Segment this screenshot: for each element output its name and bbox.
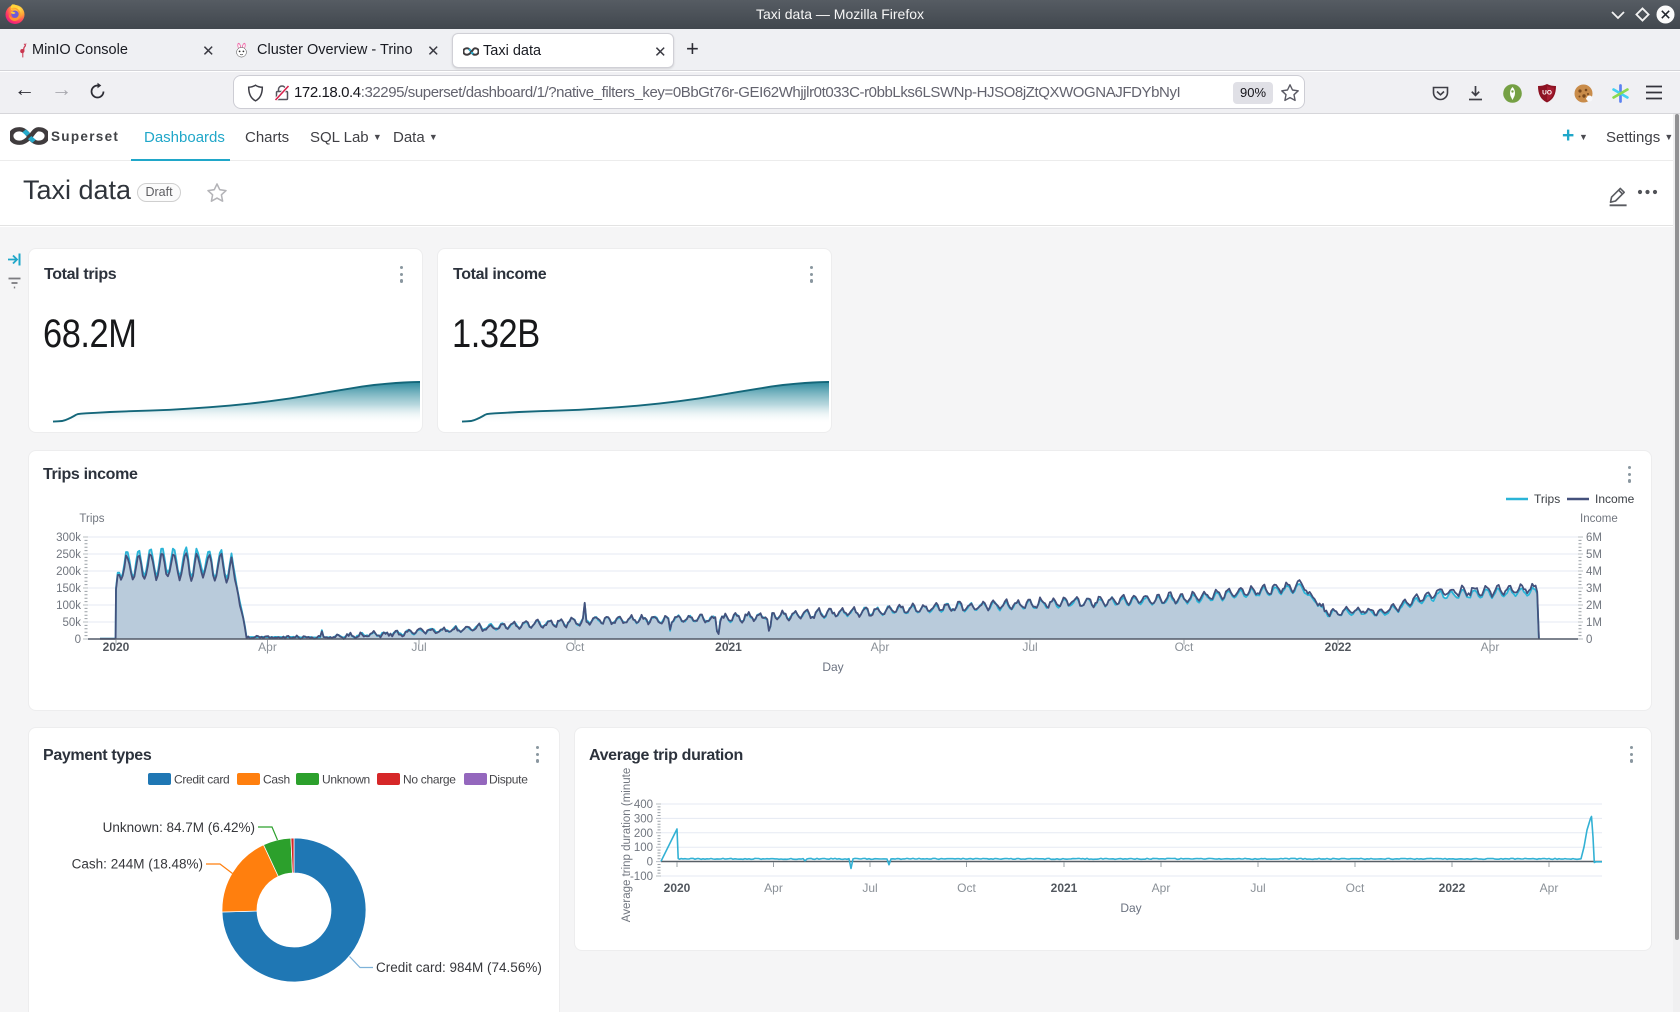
svg-text:250k: 250k <box>56 549 81 561</box>
svg-text:Jul: Jul <box>1250 881 1265 895</box>
svg-text:UO: UO <box>1542 90 1552 97</box>
svg-text:Jul: Jul <box>1022 640 1037 654</box>
svg-text:Apr: Apr <box>764 881 783 895</box>
svg-text:4M: 4M <box>1586 566 1602 578</box>
svg-text:3M: 3M <box>1586 583 1602 595</box>
svg-text:400: 400 <box>634 799 653 811</box>
svg-text:Unknown: Unknown <box>322 773 370 787</box>
svg-text:0: 0 <box>647 857 653 869</box>
svg-text:200: 200 <box>634 828 653 840</box>
svg-text:Average trinp duration (minute: Average trinp duration (minute <box>621 768 633 923</box>
svg-text:100: 100 <box>634 842 653 854</box>
svg-text:0: 0 <box>1586 634 1592 646</box>
svg-text:Day: Day <box>1120 901 1141 915</box>
svg-text:Trips: Trips <box>79 513 104 525</box>
svg-text:Credit card: 984M (74.56%): Credit card: 984M (74.56%) <box>376 960 542 975</box>
svg-text:Unknown: 84.7M (6.42%): Unknown: 84.7M (6.42%) <box>103 820 255 835</box>
svg-text:2022: 2022 <box>1439 881 1466 895</box>
svg-text:2021: 2021 <box>1051 881 1078 895</box>
svg-text:Apr: Apr <box>258 640 277 654</box>
svg-text:Apr: Apr <box>1540 881 1559 895</box>
svg-text:Income: Income <box>1580 513 1618 525</box>
svg-text:2022: 2022 <box>1325 640 1352 654</box>
svg-text:Oct: Oct <box>1346 881 1365 895</box>
svg-text:Dispute: Dispute <box>489 773 528 787</box>
svg-text:Oct: Oct <box>957 881 976 895</box>
svg-text:200k: 200k <box>56 566 81 578</box>
svg-text:100k: 100k <box>56 600 81 612</box>
svg-text:Income: Income <box>1595 492 1635 506</box>
svg-text:Apr: Apr <box>1481 640 1500 654</box>
svg-text:300k: 300k <box>56 532 81 544</box>
svg-text:2M: 2M <box>1586 600 1602 612</box>
svg-text:2020: 2020 <box>103 640 130 654</box>
svg-text:Apr: Apr <box>871 640 890 654</box>
svg-text:2021: 2021 <box>715 640 742 654</box>
svg-text:Oct: Oct <box>1175 640 1194 654</box>
svg-text:1M: 1M <box>1586 617 1602 629</box>
svg-text:Day: Day <box>822 660 843 674</box>
svg-text:300: 300 <box>634 813 653 825</box>
svg-text:50k: 50k <box>62 617 81 629</box>
svg-text:Trips: Trips <box>1534 492 1560 506</box>
svg-text:2020: 2020 <box>664 881 691 895</box>
svg-text:Oct: Oct <box>566 640 585 654</box>
svg-text:Apr: Apr <box>1152 881 1171 895</box>
svg-text:No charge: No charge <box>403 773 456 787</box>
svg-text:150k: 150k <box>56 583 81 595</box>
svg-text:Jul: Jul <box>411 640 426 654</box>
svg-text:-100: -100 <box>630 871 653 883</box>
svg-text:0: 0 <box>75 634 81 646</box>
svg-text:Cash: 244M (18.48%): Cash: 244M (18.48%) <box>72 857 203 872</box>
svg-text:6M: 6M <box>1586 532 1602 544</box>
svg-text:5M: 5M <box>1586 549 1602 561</box>
svg-text:Cash: Cash <box>263 773 290 787</box>
svg-text:Credit card: Credit card <box>174 773 229 787</box>
svg-text:Jul: Jul <box>862 881 877 895</box>
